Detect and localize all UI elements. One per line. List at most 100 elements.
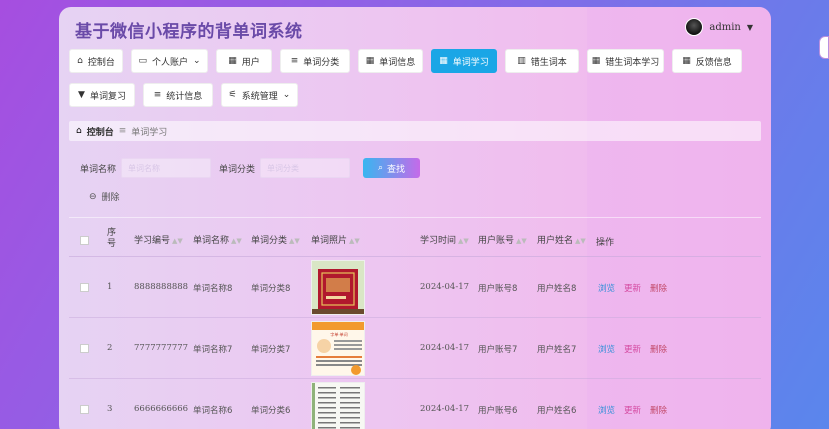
sort-icon: ▲▼ (231, 237, 242, 245)
avatar[interactable] (685, 18, 704, 36)
delete-button[interactable]: 删除 (650, 343, 667, 355)
edit-button[interactable]: 更新 (624, 282, 641, 294)
word-photo-poster: 字单·单词 (312, 322, 364, 375)
cell-study-no: 6666666666 (134, 404, 189, 414)
word-photo[interactable] (311, 382, 365, 429)
cell-word: 单词名称6 (193, 406, 233, 416)
view-button[interactable]: 浏览 (598, 282, 615, 294)
word-category-label: 单词分类 (219, 164, 256, 175)
cell-time: 2024-04-17 (420, 343, 470, 353)
nav-users[interactable]: ▦ 用户 (216, 49, 272, 73)
word-photo[interactable]: 字单·单词 (311, 321, 365, 376)
sort-icon: ▲▼ (289, 237, 300, 245)
table-row: 2 7777777777 单词名称7 单词分类7 字单·单词 2024-04-1… (69, 318, 761, 379)
sliders-icon: ⚟ (228, 90, 237, 100)
nav-word-review[interactable]: ▼ 单词复习 (69, 83, 135, 107)
grid-icon: ▦ (439, 56, 448, 66)
col-account[interactable]: 用户账号 ▲▼ (478, 233, 527, 246)
col-name[interactable]: 用户姓名 ▲▼ (537, 233, 586, 246)
col-photo[interactable]: 单词照片 ▲▼ (311, 233, 360, 246)
wallet-icon: ▭ (138, 56, 147, 66)
pin-icon: ▼ (78, 90, 85, 100)
cell-name: 用户姓名8 (537, 284, 577, 294)
side-scroll-handle[interactable] (819, 36, 829, 59)
nav-statistics[interactable]: ≡ 统计信息 (143, 83, 213, 107)
nav-word-category[interactable]: ≡ 单词分类 (280, 49, 350, 73)
breadcrumb-home[interactable]: 控制台 (87, 125, 114, 138)
sort-icon: ▲▼ (575, 237, 586, 245)
col-actions: 操作 (596, 238, 615, 248)
word-category-input[interactable] (260, 158, 351, 178)
nav-feedback[interactable]: ▦ 反馈信息 (672, 49, 742, 73)
cell-study-no: 7777777777 (134, 343, 189, 353)
bar-chart-icon: ▥ (517, 56, 526, 66)
col-index: 序号 (107, 228, 117, 249)
view-button[interactable]: 浏览 (598, 343, 615, 355)
table-row: 3 6666666666 单词名称6 单词分类6 2024-04-17 用户账号… (69, 379, 761, 429)
sort-icon: ▲▼ (349, 237, 360, 245)
delete-button[interactable]: 删除 (650, 282, 667, 294)
nav-account[interactable]: ▭ 个人账户 ⌄ (131, 49, 208, 73)
cell-name: 用户姓名6 (537, 406, 577, 416)
grid-icon: ▦ (228, 56, 237, 66)
cell-study-no: 8888888888 (134, 282, 189, 292)
table-header: 序号 学习编号 ▲▼ 单词名称 ▲▼ 单词分类 ▲▼ 单词照片 ▲▼ 学习时间 ▲▼ 用户… (69, 217, 761, 257)
nav-word-study[interactable]: ▦ 单词学习 (431, 49, 497, 73)
select-all-checkbox[interactable] (80, 236, 89, 245)
cell-account: 用户账号7 (478, 345, 518, 355)
grid-icon: ▦ (591, 56, 601, 66)
col-study-no[interactable]: 学习编号 ▲▼ (134, 233, 183, 246)
user-menu[interactable]: admin ▼ (685, 18, 753, 36)
delete-button[interactable]: 删除 (650, 404, 667, 416)
batch-delete-button[interactable]: ⊖ 删除 (89, 190, 120, 204)
cell-time: 2024-04-17 (420, 282, 470, 292)
table-row: 1 8888888888 单词名称8 单词分类8 2024-04-17 用户账号… (69, 257, 761, 318)
row-checkbox[interactable] (80, 344, 89, 353)
cell-category: 单词分类7 (251, 345, 291, 355)
cell-account: 用户账号8 (478, 284, 518, 294)
minus-circle-icon: ⊖ (89, 191, 97, 202)
nav-system[interactable]: ⚟ 系统管理 ⌄ (221, 83, 298, 107)
cell-category: 单词分类8 (251, 284, 291, 294)
search-bar: 单词名称 单词分类 ⌕查找 (80, 158, 421, 178)
nav-dashboard[interactable]: ⌂ 控制台 (69, 49, 123, 73)
nav-wrong-words[interactable]: ▥ 错生词本 (505, 49, 579, 73)
cell-word: 单词名称8 (193, 284, 233, 294)
nav-word-info[interactable]: ▦ 单词信息 (358, 49, 423, 73)
col-category[interactable]: 单词分类 ▲▼ (251, 233, 300, 246)
grid-icon: ▦ (682, 56, 691, 66)
thumb-text: 字单·单词 (330, 331, 347, 337)
chevron-down-icon: ⌄ (192, 56, 201, 66)
cell-time: 2024-04-17 (420, 404, 470, 414)
cell-index: 3 (107, 404, 113, 414)
cell-word: 单词名称7 (193, 345, 233, 355)
word-photo-list (312, 383, 364, 429)
sort-icon: ▲▼ (516, 237, 527, 245)
col-word[interactable]: 单词名称 ▲▼ (193, 233, 242, 246)
user-name[interactable]: admin (709, 22, 740, 33)
grid-icon: ▦ (365, 56, 375, 66)
list-icon: ≡ (153, 90, 162, 100)
view-button[interactable]: 浏览 (598, 404, 615, 416)
word-photo[interactable] (311, 260, 365, 315)
row-checkbox[interactable] (80, 405, 89, 414)
row-checkbox[interactable] (80, 283, 89, 292)
cell-index: 1 (107, 282, 113, 292)
home-icon: ⌂ (77, 56, 83, 66)
edit-button[interactable]: 更新 (624, 404, 641, 416)
home-icon[interactable]: ⌂ (76, 126, 82, 136)
edit-button[interactable]: 更新 (624, 343, 641, 355)
caret-down-icon[interactable]: ▼ (747, 23, 753, 32)
list-icon: ≡ (290, 56, 299, 66)
word-name-input[interactable] (121, 158, 212, 178)
search-icon: ⌕ (378, 163, 384, 173)
col-time[interactable]: 学习时间 ▲▼ (420, 233, 469, 246)
sort-icon: ▲▼ (172, 237, 183, 245)
search-button[interactable]: ⌕ 查找 (363, 158, 421, 178)
breadcrumb-separator-icon: ≡ (118, 126, 127, 136)
main-panel: 基于微信小程序的背单词系统 admin ▼ ⌂ 控制台 ▭ 个人账户 ⌄ ▦ 用户 ≡ 单… (59, 7, 771, 429)
chevron-down-icon: ⌄ (282, 90, 291, 100)
cell-account: 用户账号6 (478, 406, 518, 416)
nav-wrong-words-study[interactable]: ▦ 错生词本学习 (587, 49, 664, 73)
cell-index: 2 (107, 343, 113, 353)
